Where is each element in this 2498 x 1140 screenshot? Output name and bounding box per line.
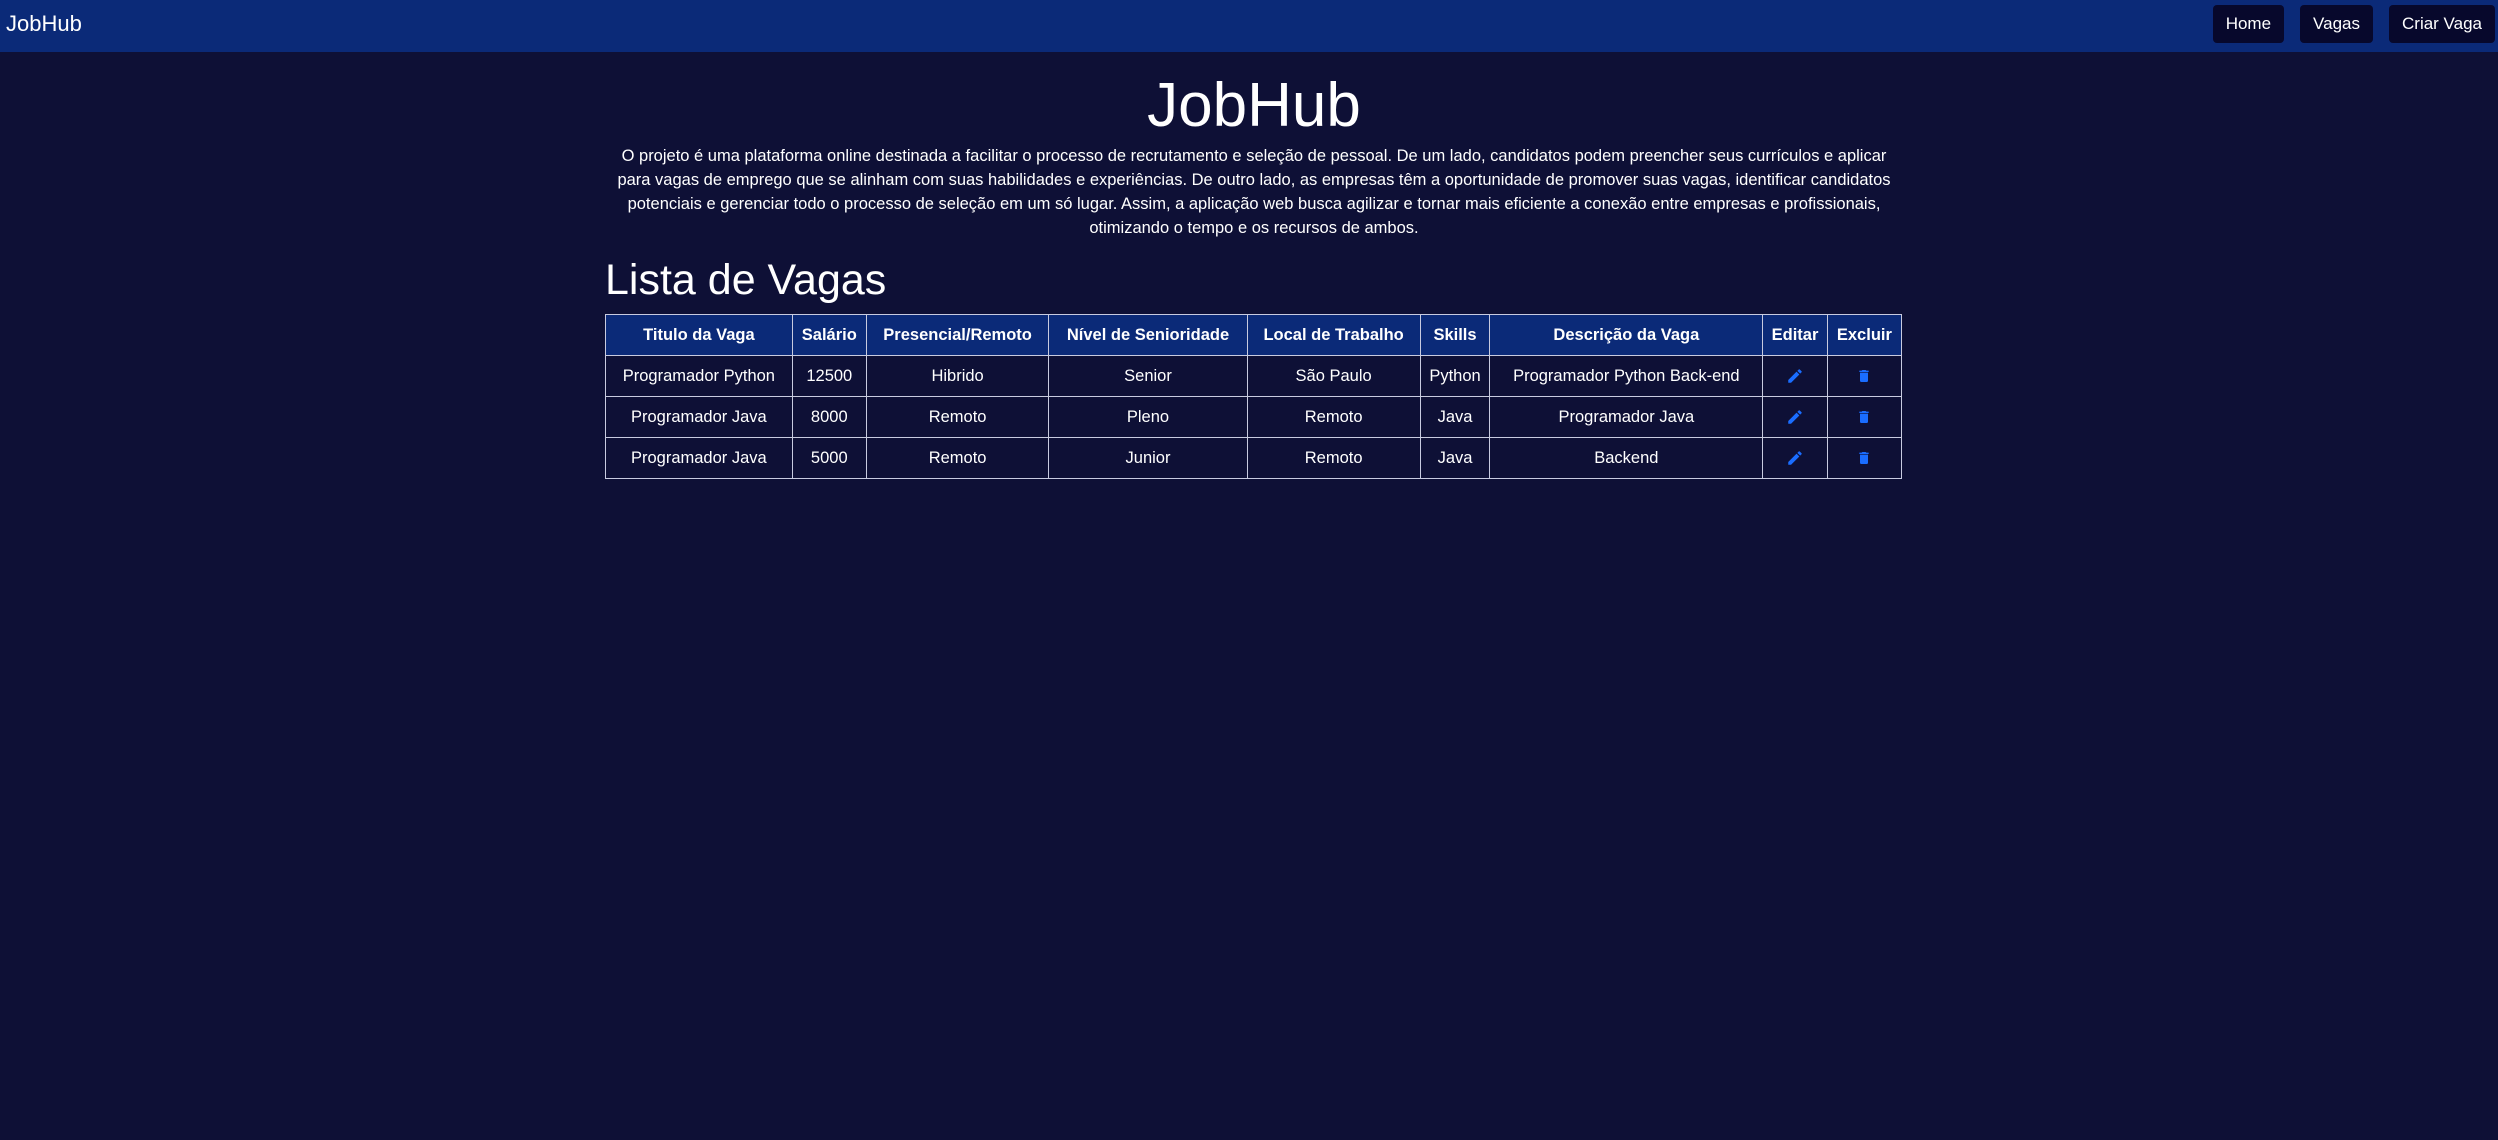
edit-cell bbox=[1762, 437, 1828, 479]
column-header: Titulo da Vaga bbox=[605, 314, 793, 356]
column-header: Skills bbox=[1419, 314, 1491, 356]
work-mode-cell: Remoto bbox=[865, 437, 1050, 479]
work-mode-cell: Hibrido bbox=[865, 355, 1050, 397]
salary-cell: 5000 bbox=[791, 437, 867, 479]
location-cell: São Paulo bbox=[1246, 355, 1421, 397]
seniority-cell: Junior bbox=[1048, 437, 1248, 479]
edit-cell bbox=[1762, 355, 1828, 397]
skills-cell: Java bbox=[1419, 396, 1491, 438]
table-row: Programador Python 12500 Hibrido Senior … bbox=[605, 355, 1903, 397]
column-header: Editar bbox=[1762, 314, 1828, 356]
skills-cell: Java bbox=[1419, 437, 1491, 479]
pencil-icon[interactable] bbox=[1784, 406, 1806, 428]
job-title-cell: Programador Python bbox=[605, 355, 793, 397]
salary-cell: 8000 bbox=[791, 396, 867, 438]
trash-icon[interactable] bbox=[1853, 447, 1875, 469]
job-title-cell: Programador Java bbox=[605, 437, 793, 479]
nav-criar-vaga-button[interactable]: Criar Vaga bbox=[2389, 5, 2495, 43]
page-title: JobHub bbox=[1147, 71, 1361, 140]
description-cell: Programador Python Back-end bbox=[1489, 355, 1764, 397]
seniority-cell: Pleno bbox=[1048, 396, 1248, 438]
column-header: Presencial/Remoto bbox=[865, 314, 1050, 356]
navbar: JobHub Home Vagas Criar Vaga bbox=[0, 0, 2498, 52]
main-content: JobHub O projeto é uma plataforma online… bbox=[605, 52, 1903, 479]
location-cell: Remoto bbox=[1246, 396, 1421, 438]
skills-cell: Python bbox=[1419, 355, 1491, 397]
work-mode-cell: Remoto bbox=[865, 396, 1050, 438]
delete-cell bbox=[1826, 437, 1903, 479]
trash-icon[interactable] bbox=[1853, 406, 1875, 428]
column-header: Nível de Senioridade bbox=[1048, 314, 1248, 356]
jobs-table: Titulo da Vaga Salário Presencial/Remoto… bbox=[605, 314, 1903, 479]
seniority-cell: Senior bbox=[1048, 355, 1248, 397]
brand-logo[interactable]: JobHub bbox=[6, 11, 82, 37]
description-cell: Programador Java bbox=[1489, 396, 1764, 438]
delete-cell bbox=[1826, 396, 1903, 438]
table-row: Programador Java 8000 Remoto Pleno Remot… bbox=[605, 396, 1903, 438]
nav-links: Home Vagas Criar Vaga bbox=[2212, 5, 2498, 43]
salary-cell: 12500 bbox=[791, 355, 867, 397]
delete-cell bbox=[1826, 355, 1903, 397]
edit-cell bbox=[1762, 396, 1828, 438]
pencil-icon[interactable] bbox=[1784, 365, 1806, 387]
project-description: O projeto é uma plataforma online destin… bbox=[617, 147, 1891, 237]
table-header-row: Titulo da Vaga Salário Presencial/Remoto… bbox=[605, 314, 1903, 356]
pencil-icon[interactable] bbox=[1784, 447, 1806, 469]
job-title-cell: Programador Java bbox=[605, 396, 793, 438]
column-header: Salário bbox=[791, 314, 867, 356]
column-header: Local de Trabalho bbox=[1246, 314, 1421, 356]
location-cell: Remoto bbox=[1246, 437, 1421, 479]
trash-icon[interactable] bbox=[1853, 365, 1875, 387]
nav-home-button[interactable]: Home bbox=[2212, 5, 2285, 43]
table-row: Programador Java 5000 Remoto Junior Remo… bbox=[605, 437, 1903, 479]
nav-vagas-button[interactable]: Vagas bbox=[2300, 5, 2373, 43]
description-cell: Backend bbox=[1489, 437, 1764, 479]
jobs-section-title: Lista de Vagas bbox=[605, 256, 887, 304]
column-header: Excluir bbox=[1826, 314, 1903, 356]
column-header: Descrição da Vaga bbox=[1489, 314, 1764, 356]
